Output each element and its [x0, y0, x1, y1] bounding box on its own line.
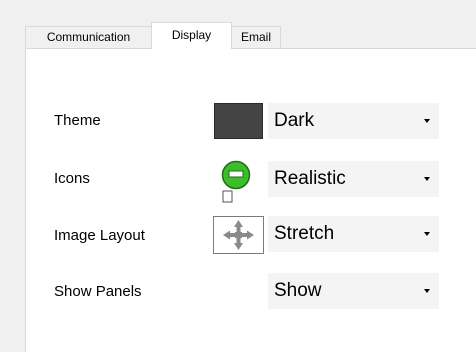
icons-dropdown-value: Realistic: [274, 168, 346, 189]
green-monitor-icon: [221, 160, 251, 203]
tab-email[interactable]: Email: [231, 26, 281, 48]
chevron-down-icon[interactable]: [424, 232, 430, 236]
image-layout-label: Image Layout: [54, 227, 145, 244]
stretch-arrows-icon: [223, 220, 254, 250]
theme-label: Theme: [54, 112, 101, 129]
chevron-down-icon[interactable]: [424, 177, 430, 181]
image-layout-preview: [213, 216, 264, 254]
show-panels-label: Show Panels: [54, 283, 142, 300]
settings-window: Communication Display Email Theme Dark I…: [0, 0, 476, 352]
show-panels-dropdown-value: Show: [274, 280, 322, 301]
show-panels-dropdown[interactable]: Show: [268, 273, 439, 309]
image-layout-dropdown-value: Stretch: [274, 223, 335, 244]
icons-dropdown[interactable]: Realistic: [268, 161, 439, 197]
theme-preview-swatch: [214, 103, 263, 139]
theme-dropdown[interactable]: Dark: [268, 103, 439, 139]
chevron-down-icon[interactable]: [424, 289, 430, 293]
image-layout-dropdown[interactable]: Stretch: [268, 216, 439, 252]
icons-label: Icons: [54, 170, 90, 187]
tab-display[interactable]: Display: [151, 22, 232, 49]
theme-dropdown-value: Dark: [274, 110, 315, 131]
tab-communication[interactable]: Communication: [25, 26, 152, 48]
tab-strip: Communication Display Email: [0, 0, 476, 49]
chevron-down-icon[interactable]: [424, 119, 430, 123]
